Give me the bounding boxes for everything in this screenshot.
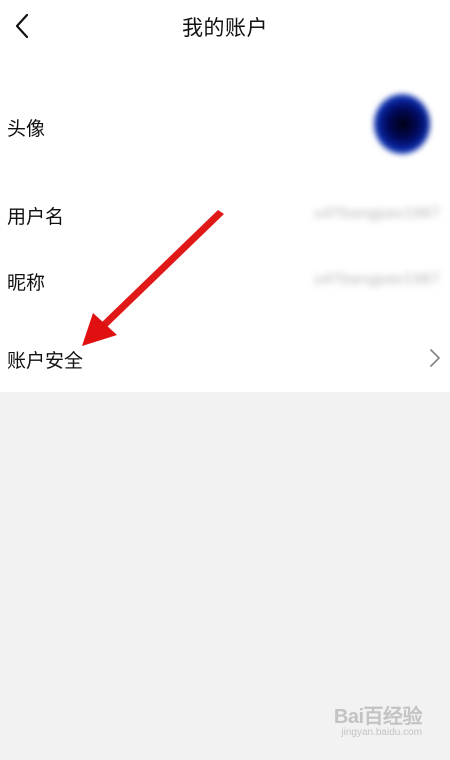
nickname-value: u4fbangpao1987 (313, 270, 440, 288)
row-account-security[interactable]: 账户安全 (0, 337, 450, 381)
avatar[interactable] (374, 94, 430, 154)
username-label: 用户名 (7, 206, 65, 228)
row-username[interactable]: 用户名 u4fbangpao1987 (0, 192, 450, 238)
watermark: Bai百经验 jingyan.baidu.com (322, 700, 423, 738)
row-avatar[interactable]: 头像 (0, 82, 450, 172)
account-security-label: 账户安全 (7, 350, 84, 372)
nickname-label: 昵称 (7, 272, 46, 294)
watermark-logo: Bai百经验 (333, 706, 423, 728)
row-nickname[interactable]: 昵称 u4fbangpao1987 (0, 258, 450, 304)
username-value: u4fbangpao1987 (313, 204, 440, 222)
page-title: 我的账户 (182, 16, 268, 40)
account-settings-list: 头像 用户名 u4fbangpao1987 昵称 u4fbangpao1987 … (0, 52, 450, 392)
avatar-label: 头像 (7, 118, 46, 140)
header-bar: 我的账户 (0, 0, 450, 52)
chevron-right-icon (430, 349, 440, 367)
